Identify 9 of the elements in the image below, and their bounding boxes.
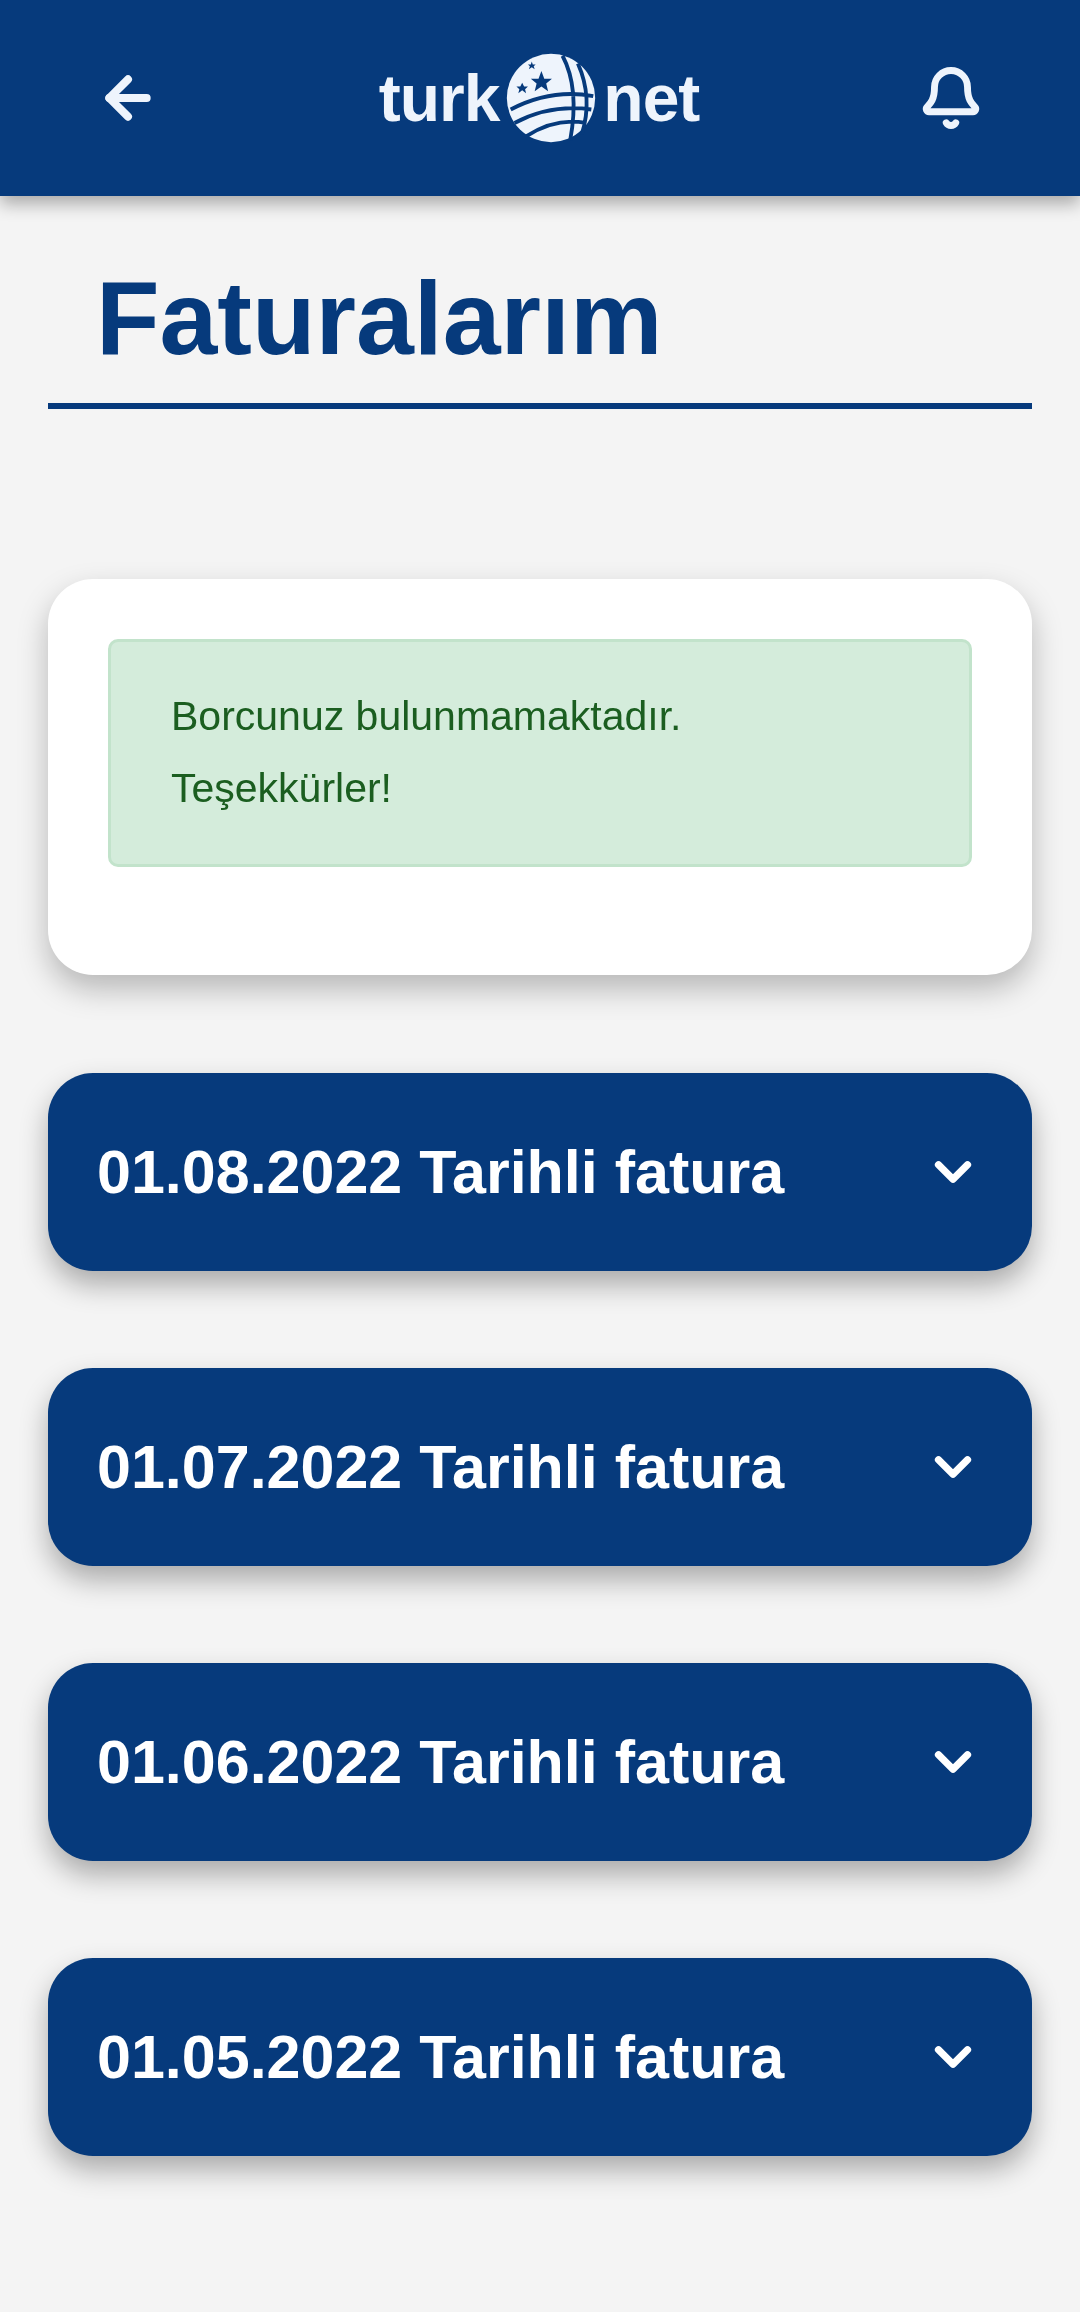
invoice-accordion[interactable]: 01.06.2022 Tarihli fatura bbox=[48, 1662, 1032, 1861]
logo-text: turk bbox=[378, 65, 500, 131]
invoice-accordion[interactable]: 01.07.2022 Tarihli fatura bbox=[48, 1367, 1032, 1566]
alert-text: Borcunuz bulunmamaktadır. bbox=[171, 691, 683, 741]
invoice-accordion[interactable]: 01.05.2022 Tarihli fatura bbox=[48, 1957, 1032, 2156]
page-title: Faturalarım bbox=[95, 259, 664, 378]
alert-text: Teşekkürler! bbox=[171, 763, 393, 813]
invoice-accordion[interactable]: 01.08.2022 Tarihli fatura bbox=[48, 1072, 1032, 1271]
logo-text: net bbox=[603, 65, 700, 131]
